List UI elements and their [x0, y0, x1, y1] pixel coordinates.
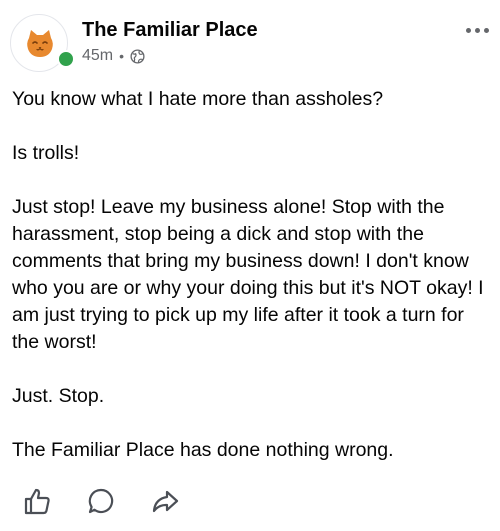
- more-options-icon: [465, 27, 471, 33]
- post-paragraph: Is trolls!: [12, 142, 80, 164]
- post-paragraph: The Familiar Place has done nothing wron…: [12, 439, 394, 461]
- post-paragraph: Just stop! Leave my business alone! Stop…: [12, 196, 484, 353]
- like-button[interactable]: [22, 486, 52, 516]
- post-header: The Familiar Place 45m •: [0, 0, 500, 80]
- post-paragraph: You know what I hate more than assholes?: [12, 88, 384, 110]
- page-name[interactable]: The Familiar Place: [82, 19, 258, 42]
- more-options-button[interactable]: [460, 20, 494, 40]
- share-icon: [152, 490, 179, 513]
- post-time[interactable]: 45m: [82, 47, 113, 65]
- comment-icon: [88, 488, 114, 514]
- comment-button[interactable]: [86, 486, 116, 516]
- post-paragraph: Just. Stop.: [12, 385, 105, 407]
- share-button[interactable]: [150, 486, 180, 516]
- more-options-icon: [474, 27, 480, 33]
- more-options-icon: [483, 27, 489, 33]
- post-meta: 45m •: [82, 46, 145, 66]
- meta-separator: •: [119, 48, 125, 64]
- post-card: The Familiar Place 45m • You know what I…: [0, 0, 500, 531]
- online-status-dot: [57, 50, 75, 68]
- thumbs-up-icon: [24, 488, 50, 515]
- globe-icon: [130, 48, 145, 64]
- post-body: You know what I hate more than assholes?…: [12, 86, 488, 491]
- cat-face-icon: [27, 30, 53, 57]
- post-actions: [0, 478, 500, 522]
